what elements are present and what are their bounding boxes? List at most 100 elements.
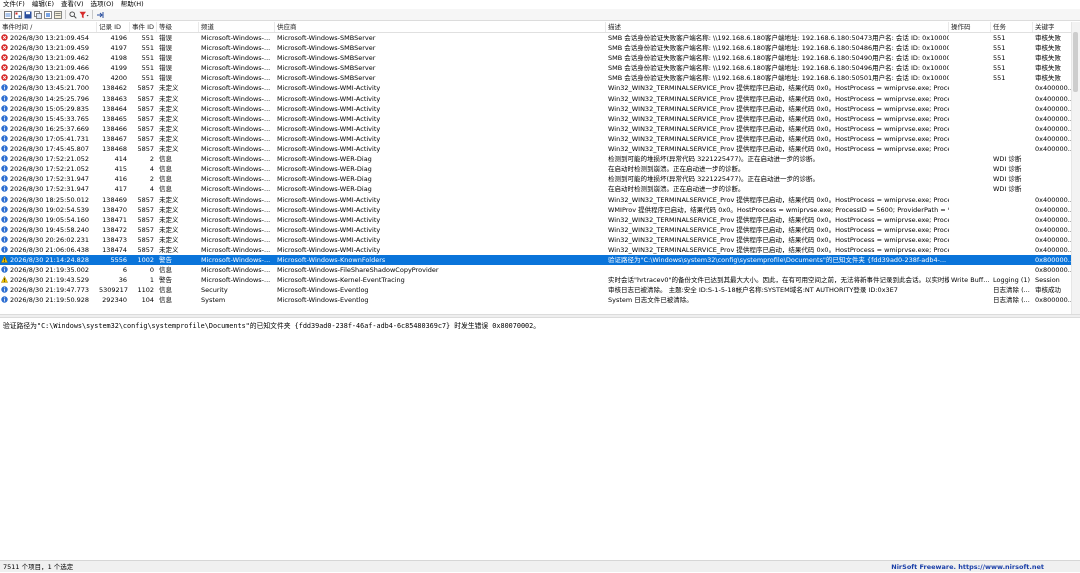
table-row[interactable]: 2026/8/30 13:21:09.466 4199 551 错误 Microsoft… [0, 63, 1080, 73]
cell-level: 未定义 [159, 145, 179, 154]
table-row[interactable]: 2026/8/30 18:25:50.012 138469 5857 未定义 Micro… [0, 195, 1080, 205]
menu-item-4[interactable]: 帮助(H) [121, 0, 144, 9]
cell-channel: Microsoft-Windows-... [201, 195, 271, 204]
column-header-0[interactable]: 事件时间 / [0, 22, 97, 32]
table-row[interactable]: 2026/8/30 17:52:21.052 414 2 信息 Microsoft-Wi… [0, 154, 1080, 164]
cell-keywords: 0x400000... [1035, 124, 1072, 133]
properties-icon[interactable] [53, 10, 62, 19]
cell-event-time: 2026/8/30 15:45:33.765 [0, 114, 97, 124]
column-header-4[interactable]: 频道 [199, 22, 275, 32]
cell-record-id: 417 [114, 185, 127, 194]
cell-channel: Microsoft-Windows-... [201, 276, 271, 285]
table-row[interactable]: 2026/8/30 17:52:31.947 416 2 信息 Microsoft-Wi… [0, 174, 1080, 184]
column-header-1[interactable]: 记录 ID [97, 22, 130, 32]
new-icon[interactable] [3, 10, 12, 19]
cell-keywords: 0x400000... [1035, 235, 1072, 244]
cell-level: 未定义 [159, 235, 179, 244]
table-row[interactable]: 2026/8/30 15:05:29.835 138464 5857 未定义 Micro… [0, 104, 1080, 114]
info-icon [1, 215, 8, 223]
cell-event-id: 5857 [137, 235, 154, 244]
table-row[interactable]: 2026/8/30 21:14:24.828 5556 1002 警告 Microsof… [0, 255, 1080, 266]
table-row[interactable]: 2026/8/30 21:19:43.529 36 1 警告 Microsoft-Win… [0, 275, 1080, 285]
table-row[interactable]: 2026/8/30 13:21:09.470 4200 551 错误 Microsoft… [0, 73, 1080, 83]
search-icon[interactable] [68, 10, 77, 19]
cell-level: 未定义 [159, 195, 179, 204]
table-row[interactable]: 2026/8/30 13:21:09.454 4196 551 错误 Microsoft… [0, 33, 1080, 43]
cell-record-id: 415 [114, 165, 127, 174]
table-row[interactable]: 2026/8/30 17:52:31.947 417 4 信息 Microsoft-Wi… [0, 184, 1080, 194]
menu-item-0[interactable]: 文件(F) [3, 0, 25, 9]
table-row[interactable]: 2026/8/30 20:26:02.231 138473 5857 未定义 Micro… [0, 235, 1080, 245]
event-time-text: 2026/8/30 13:21:09.459 [10, 44, 90, 53]
cell-record-id: 138472 [102, 225, 127, 234]
column-header-8[interactable]: 任务 [991, 22, 1033, 32]
table-row[interactable]: 2026/8/30 13:21:09.459 4197 551 错误 Microsoft… [0, 43, 1080, 53]
menu-item-1[interactable]: 编辑(E) [32, 0, 54, 9]
cell-provider: Microsoft-Windows-WER-Diag [277, 165, 372, 174]
vertical-scroll-thumb[interactable] [1073, 32, 1078, 92]
error-icon [1, 44, 8, 51]
table-row[interactable]: 2026/8/30 16:25:37.669 138466 5857 未定义 Micro… [0, 124, 1080, 134]
copy-all-icon[interactable] [43, 10, 52, 19]
cell-provider: Microsoft-Windows-WMI-Activity [277, 134, 381, 143]
cell-event-time: 2026/8/30 19:45:58.240 [0, 225, 97, 235]
cell-task [991, 195, 1033, 205]
column-header-6[interactable]: 描述 [606, 22, 949, 32]
exit-icon[interactable] [95, 10, 104, 19]
cell-opcode [949, 255, 991, 265]
table-row[interactable]: 2026/8/30 21:19:35.002 6 0 信息 Microsoft-Wind… [0, 265, 1080, 275]
grid-icon[interactable] [13, 10, 22, 19]
cell-task: 551 [993, 74, 1006, 83]
column-header-2[interactable]: 事件 ID [130, 22, 157, 32]
table-row[interactable]: 2026/8/30 19:02:54.539 138470 5857 未定义 Micro… [0, 205, 1080, 215]
cell-event-time: 2026/8/30 21:06:06.438 [0, 245, 97, 255]
cell-keywords: 0x400000... [1035, 245, 1072, 254]
column-header-5[interactable]: 供应商 [275, 22, 606, 32]
table-row[interactable]: 2026/8/30 19:05:54.160 138471 5857 未定义 Micro… [0, 215, 1080, 225]
table-row[interactable]: 2026/8/30 21:19:50.928 292340 104 信息 System M… [0, 295, 1080, 305]
save-icon[interactable] [23, 10, 32, 19]
list-rows: 2026/8/30 13:21:09.454 4196 551 错误 Microsoft… [0, 33, 1080, 306]
filter-icon[interactable] [78, 10, 89, 19]
table-row[interactable]: 2026/8/30 15:45:33.765 138465 5857 未定义 Micro… [0, 114, 1080, 124]
table-row[interactable]: 2026/8/30 14:25:25.796 138463 5857 未定义 Micro… [0, 94, 1080, 104]
nirsoft-link[interactable]: NirSoft Freeware. https://www.nirsoft.ne… [891, 561, 1044, 573]
table-row[interactable]: 2026/8/30 17:45:45.807 138468 5857 未定义 Micro… [0, 144, 1080, 154]
cell-event-id: 551 [141, 64, 154, 73]
event-time-text: 2026/8/30 17:52:21.052 [10, 155, 90, 164]
cell-task [991, 215, 1033, 225]
cell-opcode [949, 164, 991, 174]
cell-record-id: 292340 [102, 296, 127, 305]
cell-record-id: 138469 [102, 195, 127, 204]
menu-item-3[interactable]: 选项(O) [91, 0, 114, 9]
cell-provider: Microsoft-Windows-Kernel-EventTracing [277, 276, 405, 285]
menu-item-2[interactable]: 查看(V) [61, 0, 84, 9]
column-header-3[interactable]: 等级 [157, 22, 199, 32]
table-row[interactable]: 2026/8/30 21:19:47.773 5309217 1102 信息 Secur… [0, 285, 1080, 295]
copy-icon[interactable] [33, 10, 42, 19]
cell-provider: Microsoft-Windows-WMI-Activity [277, 235, 381, 244]
cell-provider: Microsoft-Windows-WER-Diag [277, 155, 372, 164]
table-row[interactable]: 2026/8/30 13:45:21.700 138462 5857 未定义 Micro… [0, 83, 1080, 93]
detail-pane[interactable]: 验证路径为"C:\Windows\system32\config\systemp… [0, 318, 1080, 560]
cell-keywords: Session [1035, 276, 1060, 285]
table-row[interactable]: 2026/8/30 17:52:21.052 415 4 信息 Microsoft-Wi… [0, 164, 1080, 174]
cell-event-id: 5857 [137, 84, 154, 93]
cell-event-id: 5857 [137, 104, 154, 113]
cell-opcode: Write Buff... [951, 276, 990, 285]
column-header-7[interactable]: 操作码 [949, 22, 991, 32]
table-row[interactable]: 2026/8/30 13:21:09.462 4198 551 错误 Microsoft… [0, 53, 1080, 63]
table-row[interactable]: 2026/8/30 19:45:58.240 138472 5857 未定义 Micro… [0, 225, 1080, 235]
error-icon [1, 54, 8, 61]
event-list[interactable]: 事件时间 / 记录 ID 事件 ID 等级 频道 供应商 描述 操作码 任务 关键字 2026/8… [0, 22, 1080, 314]
cell-level: 错误 [159, 74, 172, 83]
cell-event-time: 2026/8/30 17:52:31.947 [0, 184, 97, 194]
column-header-9[interactable]: 关键字 [1033, 22, 1072, 32]
cell-description: SMB 会话身份验证失败客户端名称: \\192.168.6.180客户端地址:… [608, 54, 949, 63]
cell-record-id: 138471 [102, 215, 127, 224]
table-row[interactable]: 2026/8/30 17:05:41.731 138467 5857 未定义 Micro… [0, 134, 1080, 144]
cell-event-id: 5857 [137, 195, 154, 204]
vertical-scrollbar[interactable] [1071, 22, 1080, 314]
cell-event-time: 2026/8/30 17:05:41.731 [0, 134, 97, 144]
table-row[interactable]: 2026/8/30 21:06:06.438 138474 5857 未定义 Micro… [0, 245, 1080, 255]
